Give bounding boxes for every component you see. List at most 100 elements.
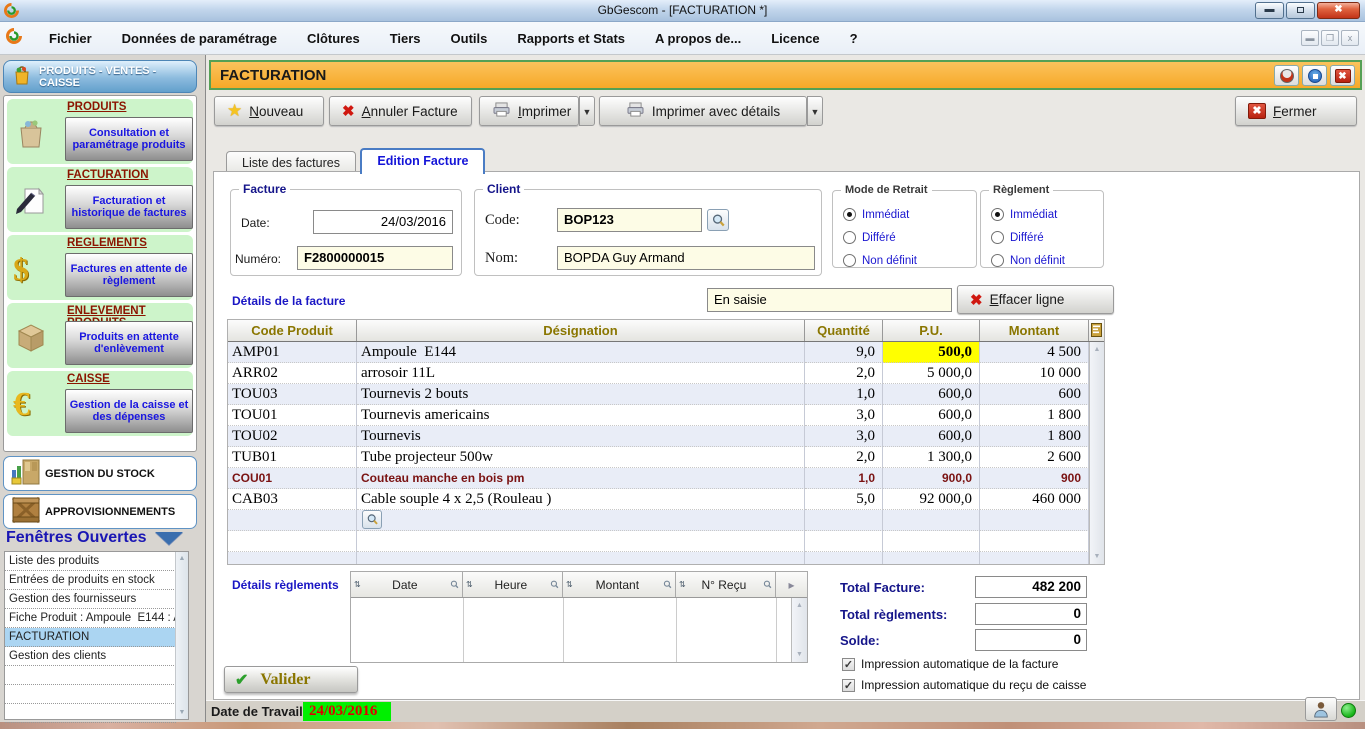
sort-icon[interactable]: ⇅ [679,580,685,589]
mdi-minimize-button[interactable]: ▬ [1301,30,1319,46]
sidebar-panel: PRODUITS Consultation et paramétrage pro… [3,95,197,452]
section-title-caisse[interactable]: CAISSE [67,371,193,385]
col-header-heure[interactable]: ⇅Heure [463,572,563,597]
col-header-montant[interactable]: Montant [980,320,1089,341]
panel-close-button[interactable]: ✖ [1330,65,1355,86]
more-columns-icon[interactable]: ▸ [776,572,807,597]
list-item[interactable]: Entrées de produits en stock [5,571,176,590]
invoice-row[interactable]: CAB03Cable souple 4 x 2,5 (Rouleau ) 5,0… [228,489,1104,510]
col-header-pu[interactable]: P.U. [883,320,980,341]
list-item[interactable]: Fiche Produit : Ampoule E144 : A [5,609,176,628]
col-header-quantite[interactable]: Quantité [805,320,883,341]
nouveau-button[interactable]: ★ Nouveau [214,96,324,126]
col-header-recu[interactable]: ⇅N° Reçu [676,572,776,597]
restore-icon [1308,69,1322,83]
menu-a-propos[interactable]: A propos de... [640,31,756,46]
invoice-scrollbar[interactable]: ▲▼ [1089,342,1104,564]
user-button[interactable] [1305,697,1337,721]
client-nom-field[interactable]: BOPDA Guy Armand [557,246,815,270]
close-button[interactable]: ✖ [1317,2,1360,19]
panel-minimize-button[interactable] [1274,65,1299,86]
client-search-button[interactable] [707,209,729,231]
fermer-button[interactable]: ✖ Fermer [1235,96,1357,126]
menu-rapports-stats[interactable]: Rapports et Stats [502,31,640,46]
chevron-down-icon[interactable] [155,532,183,545]
imprimer-details-dropdown[interactable]: ▼ [807,96,823,126]
invoice-row[interactable]: TOU03Tournevis 2 bouts 1,0600,0600 [228,384,1104,405]
menu-tiers[interactable]: Tiers [375,31,436,46]
menu-aide[interactable]: ? [835,31,873,46]
list-item[interactable]: Gestion des clients [5,647,176,666]
radio-retrait-non-definit[interactable]: Non définit [843,254,917,267]
radio-reglement-differe[interactable]: Différé [991,231,1044,244]
menu-licence[interactable]: Licence [756,31,834,46]
imprimer-button[interactable]: Imprimer [479,96,579,126]
col-header-designation[interactable]: Désignation [357,320,805,341]
invoice-row[interactable]: COU01Couteau manche en bois pm 1,0900,09… [228,468,1104,489]
euro-icon: € [13,387,53,427]
radio-reglement-immediat[interactable]: Immédiat [991,208,1057,221]
list-item[interactable]: Gestion des fournisseurs [5,590,176,609]
section-title-facturation[interactable]: FACTURATION [67,167,193,181]
payments-scrollbar[interactable]: ▲▼ [791,598,807,662]
product-search-button[interactable] [362,510,382,529]
radio-retrait-differe[interactable]: Différé [843,231,896,244]
section-title-produits[interactable]: PRODUITS [67,99,193,113]
imprimer-dropdown[interactable]: ▼ [579,96,595,126]
invoice-row-new[interactable] [228,510,1104,531]
numero-field[interactable]: F2800000015 [297,246,453,270]
col-header-date[interactable]: ⇅Date [351,572,463,597]
sort-icon[interactable]: ⇅ [354,580,360,589]
checkbox-impression-facture[interactable]: ✓ Impression automatique de la facture [842,657,1058,671]
minimize-button[interactable]: ▬ [1255,2,1284,19]
approvisionnements-button[interactable]: APPROVISIONNEMENTS [3,494,197,529]
mdi-close-button[interactable]: x [1341,30,1359,46]
list-item[interactable]: Liste des produits [5,552,176,571]
radio-reglement-non-definit[interactable]: Non définit [991,254,1065,267]
radio-retrait-immediat[interactable]: Immédiat [843,208,909,221]
section-title-reglements[interactable]: REGLEMENTS [67,235,193,249]
imprimer-details-button[interactable]: Imprimer avec détails [599,96,807,126]
reglements-button[interactable]: Factures en attente de règlement [65,253,193,297]
main-area: FACTURATION ✖ ★ Nouveau ✖ Annuler Factur… [205,55,1365,722]
invoice-row[interactable]: TOU02Tournevis 3,0600,01 800 [228,426,1104,447]
columns-icon [1091,323,1102,337]
client-code-field[interactable]: BOP123 [557,208,702,232]
tab-edition-facture[interactable]: Edition Facture [360,148,485,174]
open-windows-scrollbar[interactable]: ▲▼ [175,552,188,719]
col-header-montant[interactable]: ⇅Montant [563,572,676,597]
annuler-facture-button[interactable]: ✖ Annuler Facture [329,96,472,126]
sidebar-header[interactable]: PRODUITS - VENTES - CAISSE [3,60,197,93]
details-reglements-label: Détails règlements [232,578,339,592]
numero-label: Numéro: [235,252,281,266]
invoice-row[interactable]: TUB01Tube projecteur 500w 2,01 300,02 60… [228,447,1104,468]
mdi-restore-button[interactable]: ❒ [1321,30,1339,46]
column-config-button[interactable] [1089,320,1104,341]
sort-icon[interactable]: ⇅ [466,580,472,589]
annuler-label: Annuler Facture [362,104,458,119]
caisse-button[interactable]: Gestion de la caisse et des dépenses [65,389,193,433]
facturation-button[interactable]: Facturation et historique de factures [65,185,193,229]
list-item-selected[interactable]: FACTURATION [5,628,176,647]
payments-table: ⇅Date ⇅Heure ⇅Montant ⇅N° Reçu ▸ ▲▼ [350,571,808,663]
effacer-ligne-button[interactable]: ✖ Effacer ligne [957,285,1114,314]
stock-chart-icon [9,456,43,491]
menu-fichier[interactable]: Fichier [34,31,107,46]
enlevement-button[interactable]: Produits en attente d'enlèvement [65,321,193,365]
menu-outils[interactable]: Outils [436,31,503,46]
invoice-row[interactable]: AMP01Ampoule E144 9,0500,04 500 [228,342,1104,363]
date-field[interactable]: 24/03/2016 [313,210,453,234]
valider-button[interactable]: ✔ Valider [224,666,358,693]
restore-button[interactable] [1286,2,1315,19]
panel-restore-button[interactable] [1302,65,1327,86]
menu-clotures[interactable]: Clôtures [292,31,375,46]
gestion-stock-button[interactable]: GESTION DU STOCK [3,456,197,491]
menu-donnees-parametrage[interactable]: Données de paramétrage [107,31,292,46]
col-header-code[interactable]: Code Produit [228,320,357,341]
invoice-row[interactable]: TOU01Tournevis americains 3,0600,01 800 [228,405,1104,426]
mode-retrait-legend: Mode de Retrait [841,184,932,196]
invoice-row[interactable]: ARR02arrosoir 11L 2,05 000,010 000 [228,363,1104,384]
produits-button[interactable]: Consultation et paramétrage produits [65,117,193,161]
sort-icon[interactable]: ⇅ [566,580,572,589]
checkbox-impression-recu[interactable]: ✓ Impression automatique du reçu de cais… [842,678,1086,692]
